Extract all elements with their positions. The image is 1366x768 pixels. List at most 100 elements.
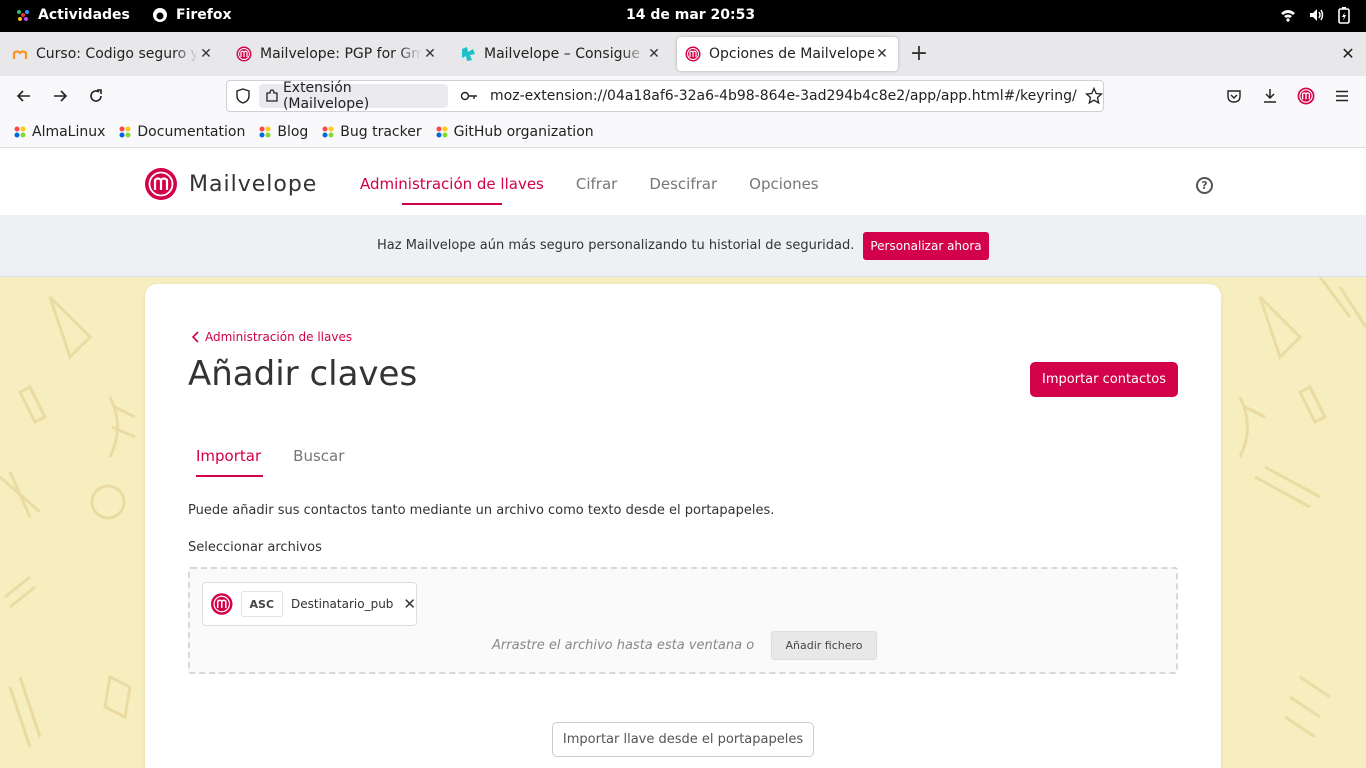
tab-title: Mailvelope – Consigue est — [484, 46, 646, 62]
nav-options[interactable]: Opciones — [749, 175, 818, 193]
battery-icon — [1338, 7, 1350, 24]
file-extension: ASC — [240, 591, 284, 617]
bookmark-bug-tracker[interactable]: Bug tracker — [320, 123, 422, 140]
activities-label: Actividades — [38, 7, 130, 23]
pocket-icon — [1227, 90, 1241, 103]
app-name: Firefox — [176, 7, 232, 23]
nav-encrypt[interactable]: Cifrar — [576, 175, 617, 193]
reload-icon — [90, 89, 102, 102]
tab-strip: Curso: Codigo seguro y ge ✕ Mailvelope: … — [0, 32, 1366, 76]
bookmark-almalinux[interactable]: AlmaLinux — [12, 124, 105, 140]
new-tab-button[interactable]: + — [908, 43, 930, 66]
system-tray[interactable] — [1280, 6, 1352, 24]
navigation-toolbar: Extensión (Mailvelope) moz-extension://0… — [0, 76, 1366, 116]
add-keys-card: Administración de llaves Añadir claves I… — [145, 284, 1221, 768]
reload-button[interactable] — [84, 84, 108, 108]
hamburger-icon — [1336, 90, 1348, 102]
nav-keyring[interactable]: Administración de llaves — [360, 175, 544, 205]
bookmark-label: Blog — [277, 123, 309, 140]
mailvelope-extension-button[interactable] — [1294, 84, 1318, 108]
tab-search[interactable]: Buscar — [293, 447, 344, 465]
download-icon — [1264, 89, 1276, 103]
breadcrumb[interactable]: Administración de llaves — [191, 330, 352, 344]
brand-name: Mailvelope — [189, 171, 318, 197]
wifi-icon — [1281, 10, 1295, 22]
almalinux-icon — [436, 126, 448, 137]
import-description: Puede añadir sus contactos tanto mediant… — [188, 503, 775, 518]
bookmark-label: AlmaLinux — [32, 123, 106, 140]
almalinux-icon — [259, 126, 271, 137]
url-text[interactable]: moz-extension://04a18af6-32a6-4b98-864e-… — [490, 88, 1077, 104]
almalinux-icon — [322, 126, 334, 137]
almalinux-icon — [119, 126, 131, 137]
banner-text: Haz Mailvelope aún más seguro personaliz… — [377, 238, 855, 253]
menu-button[interactable] — [1330, 84, 1354, 108]
mailvelope-icon — [211, 593, 233, 615]
add-file-button[interactable]: Añadir fichero — [771, 631, 877, 660]
arrow-right-icon — [54, 90, 68, 102]
gnome-logo-icon — [17, 10, 29, 21]
breadcrumb-label: Administración de llaves — [205, 330, 353, 344]
bookmark-label: Documentation — [137, 123, 246, 140]
close-icon[interactable]: ✕ — [646, 46, 662, 62]
tab-title: Opciones de Mailvelope — [709, 46, 874, 62]
personalize-button[interactable]: Personalizar ahora — [863, 232, 989, 260]
firefox-icon — [153, 8, 167, 22]
main-nav: Administración de llaves Cifrar Descifra… — [360, 175, 819, 205]
clock[interactable]: 14 de mar 20:53 — [626, 7, 755, 23]
forward-button[interactable] — [48, 84, 72, 108]
downloads-button[interactable] — [1258, 84, 1282, 108]
drop-instructions: Arrastre el archivo hasta esta ventana o — [492, 638, 755, 653]
bookmark-label: Bug tracker — [340, 123, 422, 140]
mailvelope-icon — [1297, 87, 1315, 105]
import-contacts-button[interactable]: Importar contactos — [1030, 362, 1178, 397]
back-button[interactable] — [12, 84, 36, 108]
almalinux-icon — [14, 126, 26, 137]
tab-opciones-mailvelope[interactable]: Opciones de Mailvelope ✕ — [677, 37, 898, 71]
identity-chip[interactable]: Extensión (Mailvelope) — [258, 80, 449, 112]
address-bar[interactable]: Extensión (Mailvelope) moz-extension://0… — [226, 80, 1104, 112]
import-tabs: Importar Buscar — [196, 447, 344, 477]
bookmark-label: GitHub organization — [453, 123, 594, 140]
mailvelope-icon — [236, 46, 252, 62]
shield-icon[interactable] — [235, 88, 251, 104]
system-top-bar: Actividades Firefox 14 de mar 20:53 — [0, 0, 1366, 32]
file-name: Destinatario_pub — [291, 597, 394, 611]
import-clipboard-button[interactable]: Importar llave desde el portapapeles — [552, 722, 814, 757]
tab-addon[interactable]: Mailvelope – Consigue est ✕ — [452, 37, 670, 71]
tab-import[interactable]: Importar — [196, 447, 264, 477]
activities-button[interactable]: Actividades — [16, 7, 130, 23]
mailvelope-logo-icon — [145, 168, 177, 200]
tab-title: Mailvelope: PGP for Gmai — [260, 46, 422, 62]
volume-icon — [1310, 9, 1324, 21]
close-icon[interactable]: ✕ — [874, 46, 890, 62]
app-header: Mailvelope Administración de llaves Cifr… — [0, 148, 1366, 215]
nav-decrypt[interactable]: Descifrar — [649, 175, 717, 193]
addon-icon — [462, 47, 475, 61]
help-icon[interactable]: ? — [1196, 177, 1213, 194]
close-icon[interactable]: ✕ — [422, 46, 438, 62]
bookmark-documentation[interactable]: Documentation — [117, 124, 245, 140]
remove-file-icon[interactable]: ✕ — [403, 595, 416, 613]
tab-title: Curso: Codigo seguro y ge — [36, 46, 198, 62]
page-title: Añadir claves — [188, 354, 418, 394]
close-icon[interactable]: ✕ — [198, 46, 214, 62]
tab-mailvelope-pgp[interactable]: Mailvelope: PGP for Gmai ✕ — [228, 37, 446, 71]
bookmark-blog[interactable]: Blog — [257, 124, 308, 140]
file-drop-zone[interactable]: ASC Destinatario_pub ✕ Arrastre el archi… — [188, 567, 1178, 674]
mailvelope-logo[interactable]: Mailvelope — [145, 168, 317, 200]
puzzle-icon — [266, 89, 278, 102]
tab-curso[interactable]: Curso: Codigo seguro y ge ✕ — [4, 37, 222, 71]
select-files-label: Seleccionar archivos — [188, 540, 322, 555]
moodle-icon — [12, 50, 28, 59]
bookmark-star-icon[interactable] — [1085, 87, 1103, 105]
key-icon[interactable] — [460, 89, 478, 103]
app-menu[interactable]: Firefox — [152, 7, 232, 23]
identity-label: Extensión (Mailvelope) — [282, 80, 370, 112]
window-close-icon[interactable]: ✕ — [1339, 44, 1357, 64]
bookmark-github-organization[interactable]: GitHub organization — [434, 124, 594, 140]
pocket-button[interactable] — [1222, 84, 1246, 108]
security-banner: Haz Mailvelope aún más seguro personaliz… — [0, 215, 1366, 277]
arrow-left-icon — [16, 90, 30, 102]
chevron-left-icon — [191, 331, 199, 343]
